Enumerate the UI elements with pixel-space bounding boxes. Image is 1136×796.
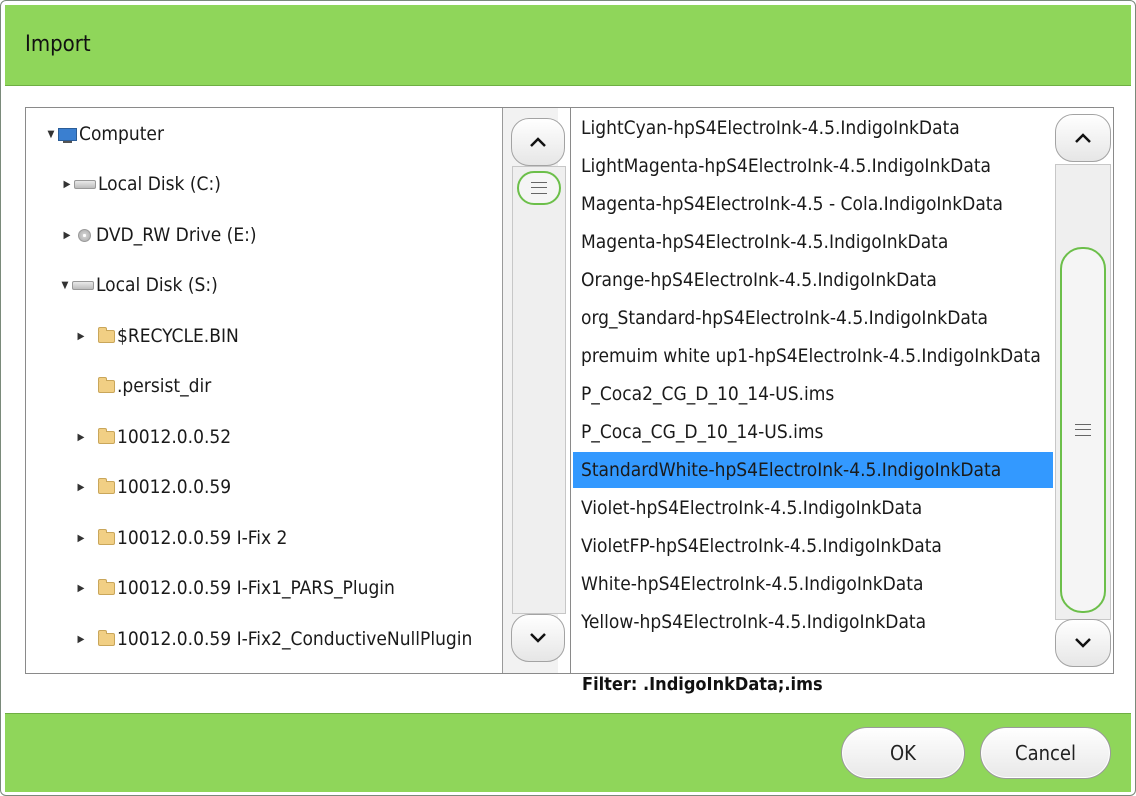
list-item[interactable]: Magenta-hpS4ElectroInk-4.5 - Cola.Indigo… [573,186,1053,222]
chevron-right-icon[interactable]: ▶ [74,482,88,493]
folder-icon [98,376,115,393]
list-item[interactable]: P_Coca2_CG_D_10_14-US.ims [573,376,1053,412]
folder-icon [98,578,115,595]
hard-disk-icon [72,280,94,290]
tree-item-label: Computer [79,123,164,145]
scroll-thumb[interactable] [517,171,561,205]
list-item[interactable]: VioletFP-hpS4ElectroInk-4.5.IndigoInkDat… [573,528,1053,564]
dialog-footer: OK Cancel [5,713,1131,792]
tree-item-label: 10012.0.0.59 I-Fix2_ConductiveNullPlugin [117,628,473,650]
tree-item-label: 10012.0.0.59 [117,476,232,498]
list-item[interactable]: Magenta-hpS4ElectroInk-4.5.IndigoInkData [573,224,1053,260]
scroll-thumb[interactable] [1060,247,1106,613]
chevron-right-icon[interactable]: ▶ [60,230,74,241]
tree-item-folder[interactable]: ▶ $RECYCLE.BIN [74,321,239,351]
folder-icon [98,629,115,646]
chevron-down-icon [1075,638,1091,648]
tree-item-folder[interactable]: ▶ 10012.0.0.59 I-Fix2_ConductiveNullPlug… [74,624,473,654]
folder-tree-panel: ▼ Computer ▶ Local Disk (C:) ▶ DVD_RW Dr… [25,107,571,674]
list-item[interactable]: LightCyan-hpS4ElectroInk-4.5.IndigoInkDa… [573,110,1053,146]
scroll-down-button[interactable] [511,614,565,662]
tree-item-label: $RECYCLE.BIN [117,325,239,347]
folder-icon [98,477,115,494]
scroll-down-button[interactable] [1055,619,1111,667]
chevron-down-icon [530,633,546,643]
folder-icon [98,427,115,444]
tree-item-folder[interactable]: ▶ 10012.0.0.59 [74,472,232,502]
tree-item-label: 10012.0.0.52 [117,426,232,448]
list-item[interactable]: org_Standard-hpS4ElectroInk-4.5.IndigoIn… [573,300,1053,336]
scroll-up-button[interactable] [1055,114,1111,162]
file-list-panel: LightCyan-hpS4ElectroInk-4.5.IndigoInkDa… [570,107,1114,674]
dvd-drive-icon [78,228,91,242]
chevron-right-icon[interactable]: ▶ [74,331,88,342]
hard-disk-icon [74,179,96,189]
list-item[interactable]: premuim white up1-hpS4ElectroInk-4.5.Ind… [573,338,1053,374]
folder-icon [98,326,115,343]
tree-item-folder[interactable]: ▶ 10012.0.0.59 I-Fix 2 [74,523,288,553]
tree-item-folder[interactable]: .persist_dir [88,371,211,401]
tree-item-label: DVD_RW Drive (E:) [96,224,257,246]
tree-item-local-disk-s[interactable]: ▼ Local Disk (S:) [58,270,218,300]
chevron-down-icon[interactable]: ▼ [44,129,58,140]
folder-icon [98,528,115,545]
chevron-up-icon [530,137,546,147]
computer-icon [58,127,77,143]
filter-label: Filter: .IndigoInkData;.ims [582,674,823,695]
tree-item-label: 10012.0.0.59 I-Fix 2 [117,527,288,549]
import-dialog: Import ▼ Computer ▶ Local Disk (C:) ▶ DV… [0,0,1136,796]
tree-item-dvd-drive[interactable]: ▶ DVD_RW Drive (E:) [60,220,257,250]
scroll-up-button[interactable] [511,118,565,166]
tree-item-label: .persist_dir [117,375,212,397]
tree-item-label: Local Disk (C:) [98,173,221,195]
list-item[interactable]: P_Coca_CG_D_10_14-US.ims [573,414,1053,450]
tree-item-folder[interactable]: ▶ 10012.0.0.59 I-Fix1_PARS_Plugin [74,573,395,603]
chevron-right-icon[interactable]: ▶ [74,533,88,544]
chevron-right-icon[interactable]: ▶ [60,179,74,190]
tree-item-label: 10012.0.0.59 I-Fix1_PARS_Plugin [117,577,395,599]
tree-item-label: Local Disk (S:) [96,274,218,296]
tree-item-folder[interactable]: ▶ 10012.0.0.52 [74,422,232,452]
list-item-selected[interactable]: StandardWhite-hpS4ElectroInk-4.5.IndigoI… [573,452,1053,488]
grip-icon [1075,424,1091,436]
list-item[interactable]: White-hpS4ElectroInk-4.5.IndigoInkData [573,566,1053,602]
ok-button[interactable]: OK [841,727,965,779]
scroll-track[interactable] [1055,164,1111,620]
dialog-title: Import [25,32,91,57]
title-bar: Import [5,5,1131,86]
chevron-right-icon[interactable]: ▶ [74,583,88,594]
tree-item-local-disk-c[interactable]: ▶ Local Disk (C:) [60,169,221,199]
list-item[interactable]: Orange-hpS4ElectroInk-4.5.IndigoInkData [573,262,1053,298]
grip-icon [531,182,547,194]
scroll-track[interactable] [512,166,566,614]
tree-item-computer[interactable]: ▼ Computer [44,119,164,149]
list-item[interactable]: LightMagenta-hpS4ElectroInk-4.5.IndigoIn… [573,148,1053,184]
file-scrollbar[interactable] [1055,108,1111,673]
list-item[interactable]: Violet-hpS4ElectroInk-4.5.IndigoInkData [573,490,1053,526]
cancel-button[interactable]: Cancel [980,727,1111,779]
tree-scrollbar[interactable] [502,108,566,673]
list-item[interactable]: Yellow-hpS4ElectroInk-4.5.IndigoInkData [573,604,1053,640]
chevron-right-icon[interactable]: ▶ [74,432,88,443]
chevron-down-icon[interactable]: ▼ [58,280,72,291]
chevron-right-icon[interactable]: ▶ [74,634,88,645]
chevron-up-icon [1075,133,1091,143]
